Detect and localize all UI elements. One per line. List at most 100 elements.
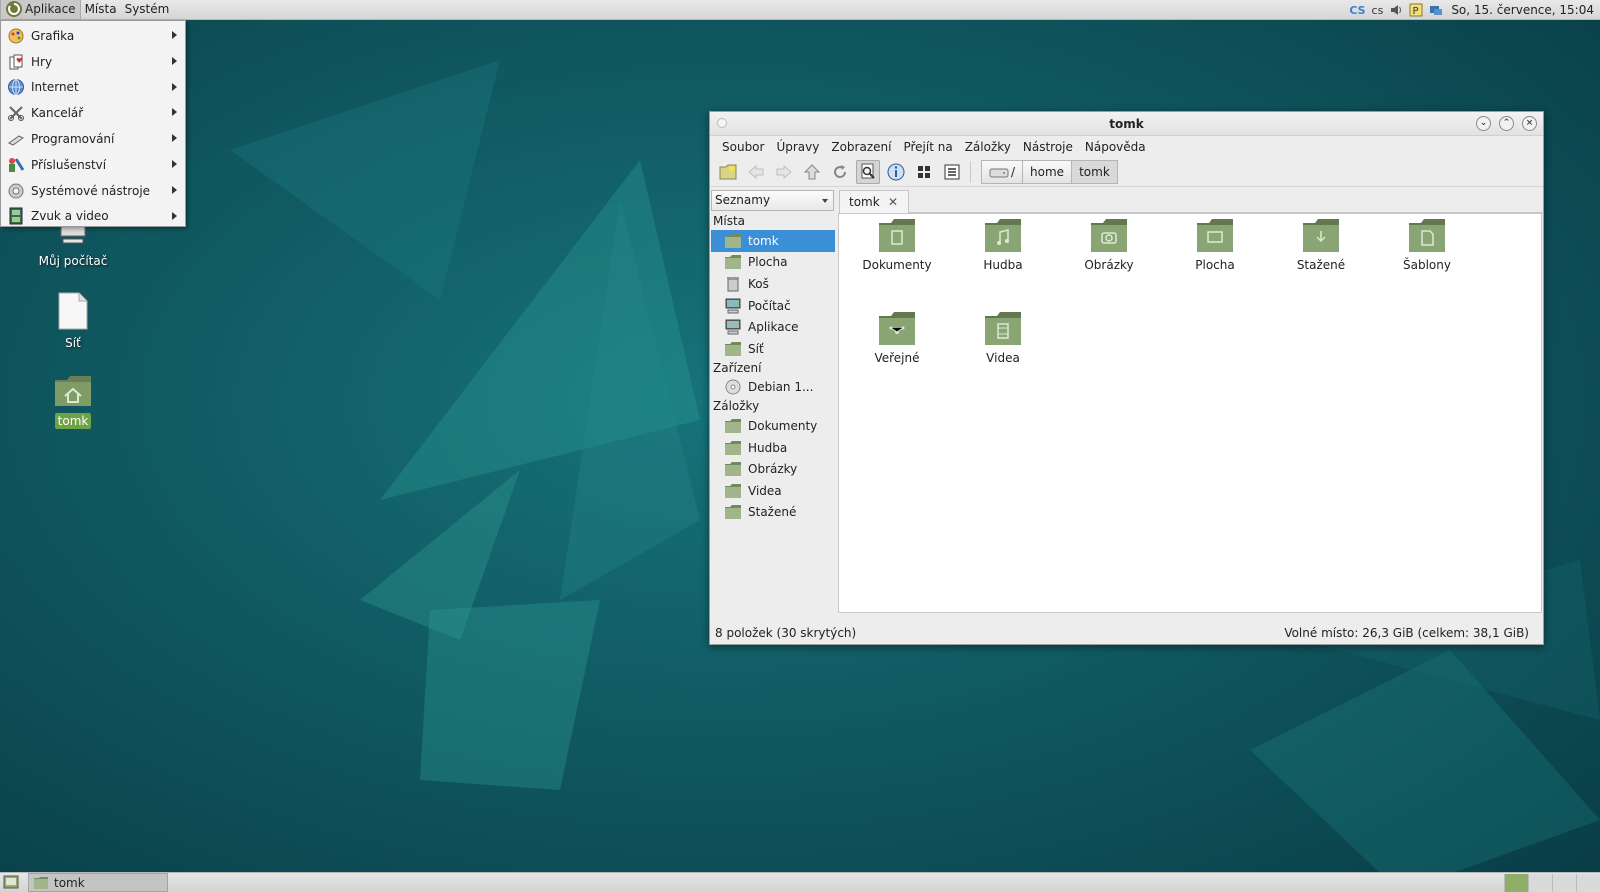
info-icon (887, 163, 905, 180)
icon-view-button[interactable] (912, 160, 936, 184)
language-indicator[interactable]: cs (1372, 4, 1384, 17)
sidebar-item-bookmark-pictures[interactable]: Obrázky (711, 458, 835, 480)
top-panel: Aplikace Místa Systém CS cs P So, 15. če… (0, 0, 1600, 20)
file-item-public[interactable]: Veřejné (847, 311, 947, 365)
sidebar-item-label: Dokumenty (748, 418, 818, 433)
file-item-documents[interactable]: Dokumenty (847, 218, 947, 272)
window-menu-button[interactable] (717, 118, 727, 128)
panel-menubar: Aplikace Místa Systém (0, 0, 173, 20)
sidebar-item-trash[interactable]: Koš (711, 273, 835, 295)
menu-item-programming[interactable]: Programování (1, 126, 185, 152)
network-icon (58, 292, 88, 330)
sidebar-item-bookmark-documents[interactable]: Dokumenty (711, 415, 835, 437)
file-item-music[interactable]: Hudba (953, 218, 1053, 272)
sidebar-item-bookmark-downloads[interactable]: Stažené (711, 502, 835, 524)
menu-item-internet[interactable]: Internet (1, 75, 185, 101)
taskbar-item-tomk[interactable]: tomk (28, 873, 168, 892)
places-menu[interactable]: Místa (81, 0, 121, 20)
arrow-left-icon (748, 164, 764, 179)
menu-item-sound-video[interactable]: Zvuk a video (1, 204, 185, 230)
workspace-3[interactable] (1552, 874, 1576, 892)
network-status-icon[interactable] (1429, 3, 1443, 17)
list-view-icon (944, 164, 960, 179)
arrow-right-icon (776, 164, 792, 179)
workspace-4[interactable] (1576, 874, 1600, 892)
applications-icon (725, 319, 741, 335)
path-root-button[interactable]: / (981, 159, 1024, 184)
file-item-videos[interactable]: Videa (953, 311, 1053, 365)
up-button[interactable] (800, 160, 824, 184)
path-segment-home[interactable]: home (1022, 159, 1073, 184)
toolbar: / home tomk (710, 157, 1543, 187)
file-item-desktop[interactable]: Plocha (1165, 218, 1265, 272)
status-bar: 8 položek (30 skrytých) Volné místo: 26,… (710, 622, 1543, 644)
applications-menu-label: Aplikace (25, 1, 76, 16)
sidebar-item-home[interactable]: tomk (711, 230, 835, 252)
show-desktop-icon[interactable] (3, 875, 19, 889)
close-button[interactable]: × (1522, 116, 1537, 131)
clock[interactable]: So, 15. července, 15:04 (1451, 3, 1594, 17)
path-segment-tomk[interactable]: tomk (1071, 159, 1118, 184)
menu-item-label: Kancelář (31, 106, 84, 121)
desktop-icon-home[interactable]: tomk (23, 374, 123, 429)
search-button[interactable] (856, 159, 880, 184)
sidebar-item-bookmark-music[interactable]: Hudba (711, 437, 835, 459)
path-bar: / home tomk (981, 159, 1118, 184)
menu-go[interactable]: Přejít na (897, 140, 958, 154)
file-item-downloads[interactable]: Stažené (1271, 218, 1371, 272)
workspace-2[interactable] (1528, 874, 1552, 892)
submenu-arrow-icon (172, 82, 177, 91)
menu-item-games[interactable]: ♥ Hry (1, 49, 185, 75)
menu-edit[interactable]: Úpravy (770, 140, 825, 154)
reload-button[interactable] (828, 160, 852, 184)
menu-help[interactable]: Nápověda (1079, 140, 1152, 154)
chevron-down-icon (822, 199, 828, 203)
file-item-pictures[interactable]: Obrázky (1059, 218, 1159, 272)
keyboard-layout-indicator[interactable]: CS (1349, 4, 1365, 17)
sidebar-item-label: Plocha (748, 255, 788, 270)
system-menu[interactable]: Systém (121, 0, 174, 20)
list-view-button[interactable] (940, 160, 964, 184)
tab-tomk[interactable]: tomk ✕ (839, 190, 909, 214)
new-tab-button[interactable] (716, 160, 740, 184)
minimize-button[interactable]: ⌄ (1476, 116, 1491, 131)
sidebar-header-places: Místa (713, 214, 745, 228)
window-titlebar[interactable]: tomk ⌄ ⌃ × (710, 112, 1543, 136)
file-view[interactable]: Dokumenty Hudba Obrázky Plocha Stažené Š… (838, 213, 1542, 613)
sidebar-item-desktop[interactable]: Plocha (711, 252, 835, 274)
properties-button[interactable] (884, 160, 908, 184)
close-tab-icon[interactable]: ✕ (888, 191, 898, 213)
menu-item-graphics[interactable]: Grafika (1, 23, 185, 49)
menu-item-system-tools[interactable]: Systémové nástroje (1, 178, 185, 204)
menu-item-office[interactable]: Kancelář (1, 100, 185, 126)
sidebar-item-network[interactable]: Síť (711, 338, 835, 360)
templates-folder-icon (1409, 219, 1445, 252)
sidebar-item-computer[interactable]: Počítač (711, 295, 835, 317)
file-item-label: Plocha (1195, 258, 1235, 272)
sidebar-header-bookmarks: Záložky (713, 399, 760, 414)
submenu-arrow-icon (172, 108, 177, 117)
menu-file[interactable]: Soubor (716, 140, 770, 154)
file-item-label: Stažené (1296, 258, 1346, 272)
sidebar-item-applications[interactable]: Aplikace (711, 316, 835, 338)
bottom-panel: tomk (0, 872, 1600, 892)
sidebar-item-device-debian[interactable]: Debian 1... (711, 377, 835, 399)
applications-menu[interactable]: Aplikace (0, 0, 81, 20)
desktop-icon-network[interactable]: Síť (23, 292, 123, 351)
volume-icon[interactable] (1389, 3, 1403, 17)
file-item-templates[interactable]: Šablony (1377, 218, 1477, 272)
maximize-button[interactable]: ⌃ (1499, 116, 1514, 131)
sidebar-item-bookmark-videos[interactable]: Videa (711, 480, 835, 502)
desktop-icon-computer[interactable]: Můj počítač (23, 225, 123, 269)
menu-view[interactable]: Zobrazení (825, 140, 897, 154)
menu-item-label: Hry (31, 54, 53, 69)
menu-item-accessories[interactable]: Příslušenství (1, 152, 185, 178)
power-manager-icon[interactable]: P (1409, 3, 1423, 17)
submenu-arrow-icon (172, 159, 177, 168)
menu-tools[interactable]: Nástroje (1017, 140, 1079, 154)
workspace-1[interactable] (1504, 874, 1528, 892)
forward-button[interactable] (772, 160, 796, 184)
side-pane-mode-select[interactable]: Seznamy (711, 190, 834, 211)
menu-bookmarks[interactable]: Záložky (959, 140, 1017, 154)
back-button[interactable] (744, 160, 768, 184)
